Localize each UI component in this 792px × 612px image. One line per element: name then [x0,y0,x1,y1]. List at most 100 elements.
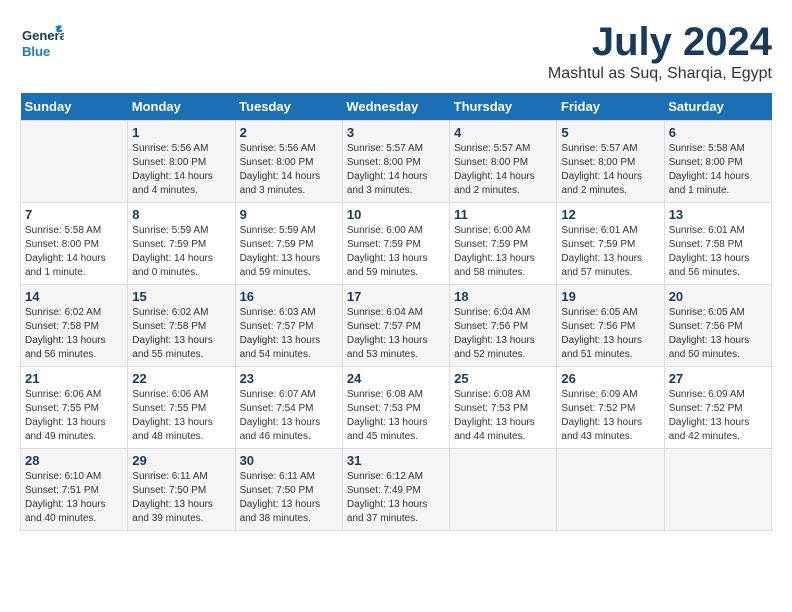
day-cell: 21Sunrise: 6:06 AM Sunset: 7:55 PM Dayli… [21,367,128,449]
day-number: 24 [347,371,445,386]
calendar-header: Sunday Monday Tuesday Wednesday Thursday… [21,93,772,121]
day-cell: 8 Sunrise: 5:59 AM Sunset: 7:59 PM Daylig… [128,203,235,285]
header-wednesday: Wednesday [342,93,449,121]
day-cell: 31 Sunrise: 6:12 AM Sunset: 7:49 PM Dayli… [342,449,449,531]
day-cell: 5 Sunrise: 5:57 AM Sunset: 8:00 PM Daylig… [557,121,664,203]
day-info: Sunrise: 5:56 AM Sunset: 8:00 PM Dayligh… [132,142,230,198]
day-number: 30 [240,453,338,468]
day-number: 27 [669,371,767,386]
day-cell: 13Sunrise: 6:01 AM Sunset: 7:58 PM Dayli… [664,203,771,285]
day-info: Sunrise: 6:01 AM Sunset: 7:59 PM Dayligh… [561,224,659,280]
title-section: July 2024 Mashtul as Suq, Sharqia, Egypt [548,20,772,83]
day-number: 21 [25,371,123,386]
day-cell: 15 Sunrise: 6:02 AM Sunset: 7:58 PM Dayli… [128,285,235,367]
day-number: 17 [347,289,445,304]
day-number: 3 [347,125,445,140]
day-info: Sunrise: 6:05 AM Sunset: 7:56 PM Dayligh… [561,306,659,362]
day-cell [664,449,771,531]
logo-icon: General Blue [20,20,64,64]
day-info: Sunrise: 6:00 AM Sunset: 7:59 PM Dayligh… [347,224,445,280]
day-number: 25 [454,371,552,386]
day-info: Sunrise: 5:58 AM Sunset: 8:00 PM Dayligh… [669,142,767,198]
day-number: 19 [561,289,659,304]
day-info: Sunrise: 5:57 AM Sunset: 8:00 PM Dayligh… [454,142,552,198]
calendar-body: 1 Sunrise: 5:56 AM Sunset: 8:00 PM Daylig… [21,121,772,531]
day-info: Sunrise: 6:04 AM Sunset: 7:57 PM Dayligh… [347,306,445,362]
day-number: 29 [132,453,230,468]
day-number: 9 [240,207,338,222]
day-cell: 7 Sunrise: 5:58 AM Sunset: 8:00 PM Daylig… [21,203,128,285]
day-number: 23 [240,371,338,386]
day-info: Sunrise: 6:07 AM Sunset: 7:54 PM Dayligh… [240,388,338,444]
day-info: Sunrise: 5:57 AM Sunset: 8:00 PM Dayligh… [347,142,445,198]
day-cell: 11Sunrise: 6:00 AM Sunset: 7:59 PM Dayli… [450,203,557,285]
day-number: 2 [240,125,338,140]
day-number: 31 [347,453,445,468]
header: General Blue July 2024 Mashtul as Suq, S… [20,20,772,83]
day-cell [557,449,664,531]
header-saturday: Saturday [664,93,771,121]
day-cell: 16Sunrise: 6:03 AM Sunset: 7:57 PM Dayli… [235,285,342,367]
day-cell: 6Sunrise: 5:58 AM Sunset: 8:00 PM Daylig… [664,121,771,203]
day-cell: 19 Sunrise: 6:05 AM Sunset: 7:56 PM Dayli… [557,285,664,367]
day-info: Sunrise: 6:05 AM Sunset: 7:56 PM Dayligh… [669,306,767,362]
header-sunday: Sunday [21,93,128,121]
logo: General Blue [20,20,64,64]
day-cell: 4 Sunrise: 5:57 AM Sunset: 8:00 PM Daylig… [450,121,557,203]
day-cell: 25 Sunrise: 6:08 AM Sunset: 7:53 PM Dayli… [450,367,557,449]
day-info: Sunrise: 6:03 AM Sunset: 7:57 PM Dayligh… [240,306,338,362]
day-info: Sunrise: 6:09 AM Sunset: 7:52 PM Dayligh… [669,388,767,444]
day-cell: 10Sunrise: 6:00 AM Sunset: 7:59 PM Dayli… [342,203,449,285]
day-number: 8 [132,207,230,222]
day-cell: 17 Sunrise: 6:04 AM Sunset: 7:57 PM Dayli… [342,285,449,367]
day-info: Sunrise: 5:56 AM Sunset: 8:00 PM Dayligh… [240,142,338,198]
day-number: 26 [561,371,659,386]
day-number: 11 [454,207,552,222]
day-info: Sunrise: 6:04 AM Sunset: 7:56 PM Dayligh… [454,306,552,362]
header-tuesday: Tuesday [235,93,342,121]
day-info: Sunrise: 6:02 AM Sunset: 7:58 PM Dayligh… [132,306,230,362]
day-info: Sunrise: 6:11 AM Sunset: 7:50 PM Dayligh… [132,470,230,526]
day-info: Sunrise: 6:08 AM Sunset: 7:53 PM Dayligh… [454,388,552,444]
day-number: 1 [132,125,230,140]
day-number: 22 [132,371,230,386]
day-cell: 3 Sunrise: 5:57 AM Sunset: 8:00 PM Daylig… [342,121,449,203]
day-cell: 20 Sunrise: 6:05 AM Sunset: 7:56 PM Dayli… [664,285,771,367]
header-friday: Friday [557,93,664,121]
day-info: Sunrise: 6:06 AM Sunset: 7:55 PM Dayligh… [132,388,230,444]
day-number: 28 [25,453,123,468]
day-info: Sunrise: 6:09 AM Sunset: 7:52 PM Dayligh… [561,388,659,444]
day-cell: 1 Sunrise: 5:56 AM Sunset: 8:00 PM Daylig… [128,121,235,203]
week-row-0: 1 Sunrise: 5:56 AM Sunset: 8:00 PM Daylig… [21,121,772,203]
day-number: 4 [454,125,552,140]
day-number: 5 [561,125,659,140]
day-cell: 26 Sunrise: 6:09 AM Sunset: 7:52 PM Dayli… [557,367,664,449]
day-cell: 14Sunrise: 6:02 AM Sunset: 7:58 PM Dayli… [21,285,128,367]
day-cell: 23 Sunrise: 6:07 AM Sunset: 7:54 PM Dayli… [235,367,342,449]
day-info: Sunrise: 5:59 AM Sunset: 7:59 PM Dayligh… [132,224,230,280]
day-info: Sunrise: 6:12 AM Sunset: 7:49 PM Dayligh… [347,470,445,526]
week-row-4: 28Sunrise: 6:10 AM Sunset: 7:51 PM Dayli… [21,449,772,531]
calendar-table: Sunday Monday Tuesday Wednesday Thursday… [20,93,772,531]
month-year-title: July 2024 [548,20,772,65]
day-cell: 22 Sunrise: 6:06 AM Sunset: 7:55 PM Dayli… [128,367,235,449]
day-cell [21,121,128,203]
page-container: General Blue July 2024 Mashtul as Suq, S… [20,20,772,531]
day-cell: 24 Sunrise: 6:08 AM Sunset: 7:53 PM Dayli… [342,367,449,449]
day-info: Sunrise: 5:57 AM Sunset: 8:00 PM Dayligh… [561,142,659,198]
day-info: Sunrise: 6:11 AM Sunset: 7:50 PM Dayligh… [240,470,338,526]
day-cell: 2 Sunrise: 5:56 AM Sunset: 8:00 PM Daylig… [235,121,342,203]
week-row-1: 7 Sunrise: 5:58 AM Sunset: 8:00 PM Daylig… [21,203,772,285]
day-info: Sunrise: 6:01 AM Sunset: 7:58 PM Dayligh… [669,224,767,280]
day-cell: 9 Sunrise: 5:59 AM Sunset: 7:59 PM Daylig… [235,203,342,285]
location-subtitle: Mashtul as Suq, Sharqia, Egypt [548,65,772,83]
day-info: Sunrise: 5:59 AM Sunset: 7:59 PM Dayligh… [240,224,338,280]
day-number: 15 [132,289,230,304]
svg-text:Blue: Blue [22,44,50,59]
day-number: 20 [669,289,767,304]
day-info: Sunrise: 6:08 AM Sunset: 7:53 PM Dayligh… [347,388,445,444]
day-info: Sunrise: 5:58 AM Sunset: 8:00 PM Dayligh… [25,224,123,280]
header-thursday: Thursday [450,93,557,121]
day-number: 7 [25,207,123,222]
day-info: Sunrise: 6:02 AM Sunset: 7:58 PM Dayligh… [25,306,123,362]
